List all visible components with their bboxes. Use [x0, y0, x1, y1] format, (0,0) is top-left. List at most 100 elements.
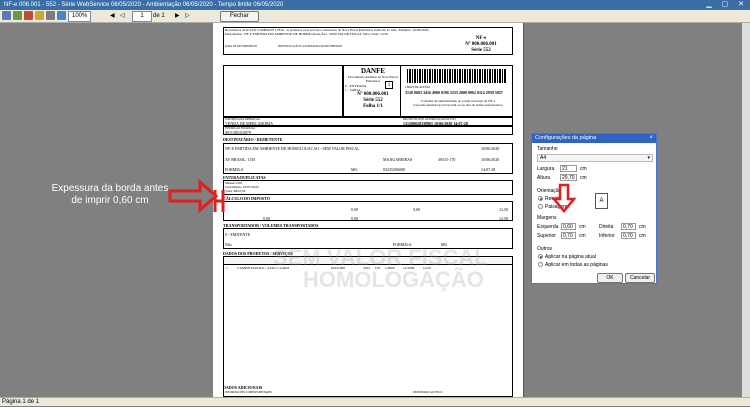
- vertical-scrollbar[interactable]: [742, 23, 750, 397]
- outros-label: Outros: [537, 246, 553, 252]
- export-pdf-icon[interactable]: [24, 11, 33, 20]
- inferior-label: Inferior: [599, 233, 615, 239]
- esquerda-unit: cm: [579, 224, 586, 230]
- paisagem-radio[interactable]: [538, 204, 543, 209]
- status-bar: Página 1 de 1: [0, 397, 750, 406]
- chevron-down-icon: ▾: [647, 155, 650, 161]
- esquerda-label: Esquerda: [537, 224, 559, 230]
- first-page-icon[interactable]: ◁: [120, 10, 125, 22]
- barcode: [407, 69, 507, 83]
- ie-box: [223, 126, 513, 135]
- imposto-total-2: 12,50: [499, 216, 508, 221]
- imposto-zero-2: 0,00: [413, 207, 420, 212]
- item-code: 1: [226, 266, 228, 270]
- dest-hora: 14:07:28: [481, 167, 496, 172]
- dest-fone: 03235206008: [383, 167, 405, 172]
- aplicar-todas-radio[interactable]: [538, 262, 543, 267]
- margens-label: Margens: [537, 215, 557, 221]
- aplicar-atual-radio[interactable]: [538, 254, 543, 259]
- superior-label: Superior: [537, 233, 556, 239]
- search-icon[interactable]: [57, 11, 66, 20]
- direita-unit: cm: [639, 224, 646, 230]
- dest-uf: MG: [351, 167, 358, 172]
- status-text: Página 1 de 1: [2, 399, 40, 405]
- chave-label: CHAVE DE ACESSO: [405, 86, 430, 89]
- imposto-total: 12,50: [499, 207, 508, 212]
- annotation-down-arrow-icon: [552, 183, 576, 213]
- stub-serie: Série 552: [471, 48, 491, 53]
- dest-name: NF-E EMITIDA EM AMBIENTE DE HOMOLOGACAO …: [225, 146, 360, 151]
- prev-page-icon[interactable]: ◀: [110, 10, 115, 22]
- largura-input[interactable]: 21: [560, 165, 577, 172]
- aplicar-atual-label: Aplicar na página atual: [545, 254, 596, 260]
- save-icon[interactable]: [13, 11, 22, 20]
- retrato-radio[interactable]: [538, 196, 543, 201]
- next-page-icon[interactable]: ▶: [175, 10, 180, 22]
- esquerda-input[interactable]: 0,60: [561, 223, 576, 230]
- adicionais-header: DADOS ADICIONAIS: [223, 385, 263, 390]
- zoom-select[interactable]: 100%: [68, 11, 92, 22]
- consulta-text: Consulta de autenticidade no portal naci…: [413, 99, 503, 107]
- imposto-zero-3: 0,00: [263, 216, 270, 221]
- border-annotation: Expessura da borda antes de imprir 0,60 …: [30, 183, 190, 207]
- emitente-box: [223, 65, 343, 117]
- altura-unit: cm: [580, 175, 587, 181]
- dest-city: FORMIGA: [225, 167, 244, 172]
- imposto-zero-1: 0,00: [351, 207, 358, 212]
- inferior-unit: cm: [639, 233, 646, 239]
- receipt-sign-label: IDENTIFICAÇÃO E ASSINATURA DO RECEBEDOR: [278, 45, 342, 48]
- tamanho-label: Tamanho: [537, 146, 558, 152]
- direita-input[interactable]: 0,70: [621, 223, 636, 230]
- annotation-arrow-icon: [168, 178, 225, 214]
- last-page-icon[interactable]: ▷: [185, 10, 190, 22]
- page-setup-dialog: Configurações da página × Tamanho A4 ▾ L…: [531, 133, 657, 284]
- email-icon[interactable]: [35, 11, 44, 20]
- danfe-title: DANFE: [360, 67, 386, 75]
- aplicar-todas-label: Aplicar em todas as páginas: [545, 262, 608, 268]
- superior-input[interactable]: 0,70: [561, 232, 576, 239]
- close-button[interactable]: Fechar: [220, 11, 259, 22]
- dest-bairro: MANGABEIRAS: [383, 157, 413, 162]
- transp-frete: 0 - EMITENTE: [225, 232, 251, 237]
- receipt-date-label: DATA DE RECEBIMENTO: [225, 45, 258, 48]
- tipo-box: 1: [385, 81, 393, 89]
- dialog-title: Configurações da página: [535, 135, 597, 141]
- dest-saida: 10/06/2020: [481, 157, 500, 162]
- toolbar: 100% ◀ ◁ 1 de 1 ▶ ▷ Fechar: [0, 10, 750, 23]
- tamanho-select[interactable]: A4 ▾: [537, 154, 653, 162]
- ie-value: 0011385310079: [225, 130, 251, 135]
- fatura-valor-label: Valor: [225, 189, 233, 193]
- altura-input[interactable]: 29,70: [560, 174, 577, 181]
- inferior-input[interactable]: 0,70: [621, 232, 636, 239]
- danfe-page: Recebemos de ILLYO COMPANY LTDA. os prod…: [213, 23, 523, 397]
- dest-date: 10/06/2020: [481, 146, 500, 151]
- imposto-zero-4: 0,00: [351, 216, 358, 221]
- dest-cep: 30315-170: [438, 157, 456, 162]
- largura-unit: cm: [580, 166, 587, 172]
- annotation-line-2: de imprir 0,60 cm: [71, 195, 149, 206]
- fatura-box: [223, 180, 513, 195]
- window-controls[interactable]: ▁ ▢ ✕: [706, 0, 748, 10]
- receipt-text: Recebemos de ILLYO COMPANY LTDA. os prod…: [225, 28, 431, 36]
- print-icon[interactable]: [2, 11, 11, 20]
- close-icon[interactable]: ×: [649, 134, 653, 143]
- dialog-body: Tamanho A4 ▾ Largura 21 cm Altura 29,70 …: [537, 146, 655, 283]
- window-title: NF-e 006.001 - 552 - Série WebService 06…: [4, 2, 284, 8]
- tamanho-value: A4: [540, 155, 547, 161]
- superior-unit: cm: [579, 233, 586, 239]
- cancel-button[interactable]: Cancelar: [625, 273, 655, 283]
- fatura-valor: R$12,50: [233, 189, 246, 193]
- danfe-folha: Folha 1/1: [363, 104, 383, 109]
- copy-icon[interactable]: [46, 11, 55, 20]
- page-count: de 1: [153, 13, 165, 19]
- annotation-line-1: Expessura da borda antes: [51, 183, 169, 194]
- altura-label: Altura: [537, 175, 551, 181]
- dialog-title-bar: Configurações da página ×: [532, 134, 656, 143]
- page-number-input[interactable]: 1: [132, 11, 152, 22]
- direita-label: Direita: [599, 224, 614, 230]
- adicionais-label: INFORMAÇÕES COMPLEMENTARES: [225, 391, 272, 394]
- reservado-label: RESERVADO AO FISCO: [413, 391, 443, 394]
- watermark-line-2: HOMOLOGAÇÃO: [303, 267, 484, 292]
- largura-label: Largura: [537, 166, 555, 172]
- ok-button[interactable]: OK: [597, 273, 623, 283]
